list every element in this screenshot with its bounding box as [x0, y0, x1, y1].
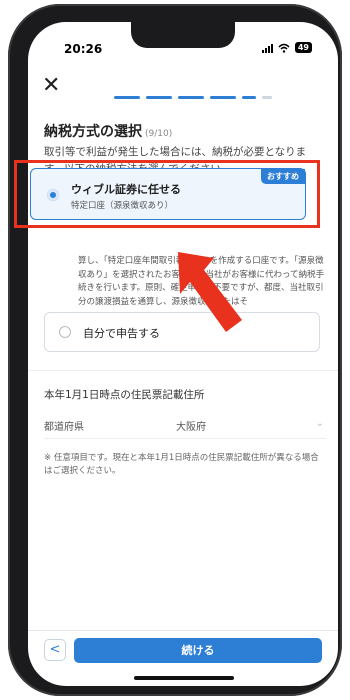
address-note: ※ 任意項目です。現在と本年1月1日時点の住民票記載住所が異なる場合はご選択くだ… [44, 453, 319, 476]
footer-divider [28, 630, 338, 631]
prefecture-value: 大阪府 [176, 422, 206, 433]
top-bar: ✕ [28, 70, 338, 106]
battery-icon: 49 [294, 42, 312, 53]
radio-unselected[interactable] [59, 326, 71, 338]
status-time: 20:26 [64, 42, 103, 56]
chevron-left-icon: < [49, 642, 61, 657]
prefecture-label: 都道府県 [44, 422, 84, 433]
progress-segment [146, 96, 172, 99]
close-icon[interactable]: ✕ [42, 72, 60, 100]
option-label: 自分で申告する [83, 327, 160, 340]
status-icons: 49 [261, 42, 312, 53]
progress-segment [210, 96, 236, 99]
screen: 20:26 49 ✕ 納税方式の選択 (9/10) 取引等で利益が発生した場合に… [28, 22, 338, 686]
continue-button[interactable]: 続ける [74, 638, 322, 663]
page-title-text: 納税方式の選択 [44, 124, 142, 140]
phone-frame: 20:26 49 ✕ 納税方式の選択 (9/10) 取引等で利益が発生した場合に… [8, 4, 342, 696]
page-step: (9/10) [145, 129, 173, 139]
back-button[interactable]: < [44, 639, 66, 661]
signal-icon [261, 43, 273, 53]
wifi-icon [278, 43, 290, 53]
annotation-highlight-box [14, 160, 320, 228]
page-title: 納税方式の選択 (9/10) [44, 121, 172, 141]
home-indicator [134, 676, 234, 680]
option-explanation: 算し、「特定口座年間取引報告書」を作成する口座です。「源泉徴収あり」を選択された… [78, 256, 325, 307]
progress-segment [242, 96, 256, 99]
progress-segment [114, 96, 140, 99]
section-divider [28, 370, 338, 371]
prefecture-select[interactable]: 都道府県 大阪府 ⌄ [44, 414, 326, 439]
option-self-report[interactable]: 自分で申告する [44, 312, 320, 352]
progress-segment-remaining [262, 96, 272, 99]
notch [131, 22, 235, 48]
address-section-title: 本年1月1日時点の住民票記載住所 [44, 389, 205, 401]
chevron-down-icon: ⌄ [315, 418, 324, 429]
progress-indicator [114, 96, 272, 99]
progress-segment [178, 96, 204, 99]
